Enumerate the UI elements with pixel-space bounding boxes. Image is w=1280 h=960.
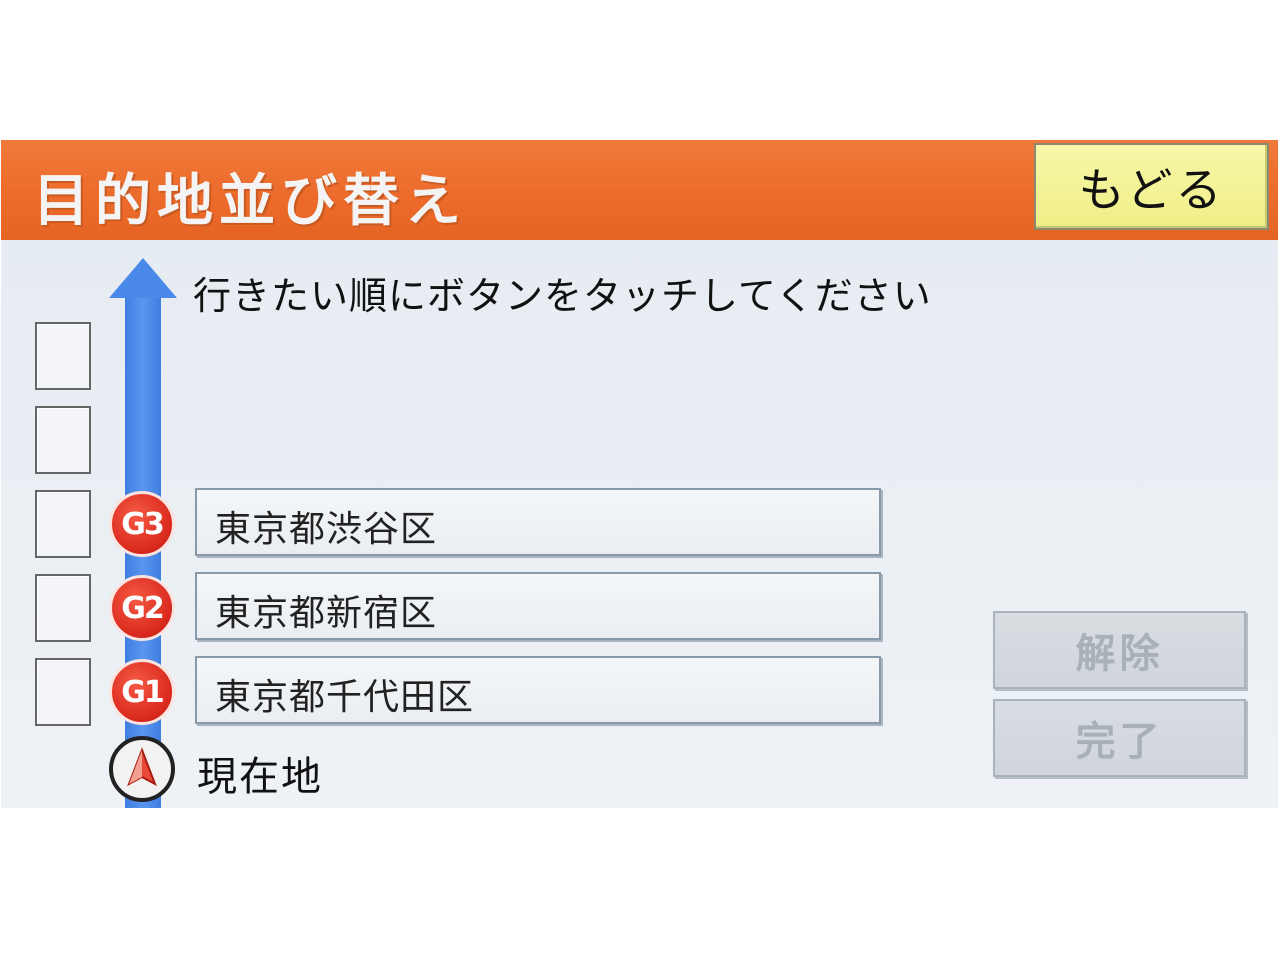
destination-button-g3[interactable]: 東京都渋谷区 [195, 488, 881, 556]
destination-label: 東京都新宿区 [215, 593, 438, 634]
header-bar: 目的地並び替え もどる [1, 140, 1278, 240]
current-location-arrow-icon [109, 736, 175, 802]
destination-label: 東京都千代田区 [215, 677, 475, 718]
order-checkbox-3[interactable] [35, 490, 91, 558]
up-arrow-icon [109, 258, 177, 298]
order-checkbox-2[interactable] [35, 406, 91, 474]
page-title: 目的地並び替え [33, 169, 467, 234]
order-checkbox-4[interactable] [35, 574, 91, 642]
done-button[interactable]: 完了 [993, 699, 1246, 777]
back-button[interactable]: もどる [1034, 143, 1269, 230]
destination-button-g1[interactable]: 東京都千代田区 [195, 656, 881, 724]
destination-badge-g2: G2 [109, 575, 175, 641]
order-checkbox-1[interactable] [35, 322, 91, 390]
destination-badge-g1: G1 [109, 659, 175, 725]
order-checkbox-5[interactable] [35, 658, 91, 726]
destination-button-g2[interactable]: 東京都新宿区 [195, 572, 881, 640]
clear-button[interactable]: 解除 [993, 611, 1246, 689]
instruction-text: 行きたい順にボタンをタッチしてください [193, 274, 932, 318]
destination-badge-g3: G3 [109, 491, 175, 557]
current-location-label: 現在地 [197, 754, 323, 800]
destination-label: 東京都渋谷区 [215, 509, 438, 550]
screen: 目的地並び替え もどる 行きたい順にボタンをタッチしてください G3 東京都渋谷… [1, 140, 1278, 808]
